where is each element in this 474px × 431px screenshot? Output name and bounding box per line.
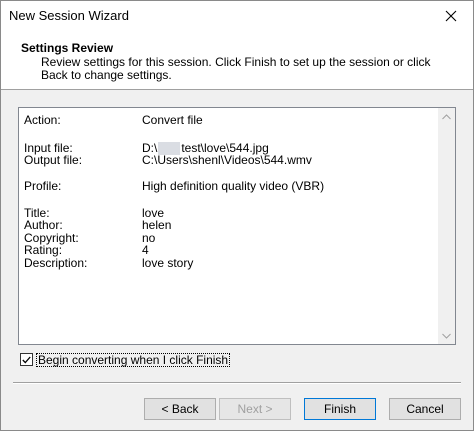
checkmark-icon	[22, 356, 31, 364]
vertical-scrollbar[interactable]	[438, 108, 455, 344]
action-value: Convert file	[142, 113, 203, 127]
page-description: Review settings for this session. Click …	[41, 55, 431, 82]
description-value: love story	[142, 256, 194, 270]
begin-converting-label[interactable]: Begin converting when I click Finish	[36, 352, 231, 367]
wizard-header: Settings Review Review settings for this…	[1, 31, 473, 90]
footer-divider	[13, 382, 461, 384]
action-label: Action:	[24, 113, 61, 127]
settings-summary-list: Action: Convert file Input file: D:\ test…	[19, 108, 437, 344]
window-title: New Session Wizard	[9, 8, 129, 23]
begin-converting-checkbox[interactable]	[20, 353, 33, 366]
description-label: Description:	[24, 256, 88, 270]
output-file-label: Output file:	[24, 153, 83, 167]
close-icon	[445, 10, 457, 22]
settings-summary-box[interactable]: Action: Convert file Input file: D:\ test…	[18, 107, 456, 345]
next-button[interactable]: Next >	[219, 398, 291, 420]
wizard-window: New Session Wizard Settings Review Revie…	[0, 0, 474, 431]
cancel-button[interactable]: Cancel	[389, 398, 461, 420]
profile-label: Profile:	[24, 179, 62, 193]
title-bar: New Session Wizard	[1, 1, 473, 31]
close-button[interactable]	[429, 1, 473, 31]
back-button[interactable]: < Back	[144, 398, 216, 420]
scroll-down-button[interactable]	[438, 327, 455, 344]
finish-button[interactable]: Finish	[304, 398, 376, 420]
scroll-up-arrow-icon	[442, 113, 451, 119]
begin-converting-option[interactable]: Begin converting when I click Finish	[20, 352, 231, 367]
output-file-value: C:\Users\shenl\Videos\544.wmv	[142, 153, 312, 167]
profile-value: High definition quality video (VBR)	[142, 179, 325, 193]
scroll-up-button[interactable]	[438, 108, 455, 125]
scroll-down-arrow-icon	[442, 333, 451, 339]
page-title: Settings Review	[21, 41, 114, 55]
